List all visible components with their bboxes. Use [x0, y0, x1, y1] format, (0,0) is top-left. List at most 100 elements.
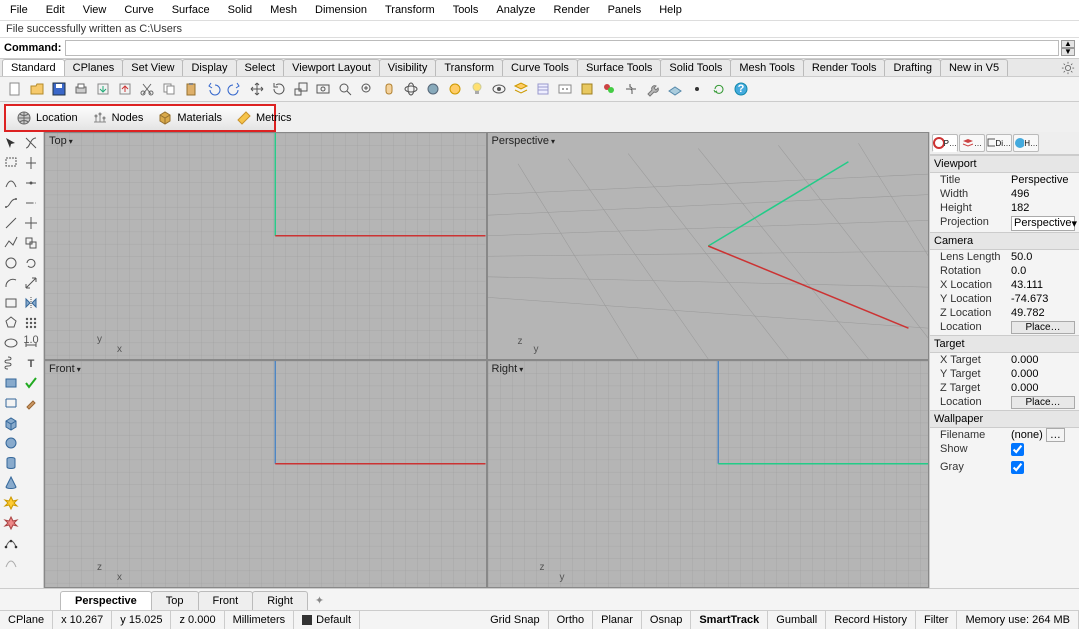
vtab-perspective[interactable]: Perspective [60, 591, 152, 610]
tab-viewportlayout[interactable]: Viewport Layout [283, 59, 380, 76]
toggle-ortho[interactable]: Ortho [549, 611, 594, 629]
explode-yellow-icon[interactable] [2, 494, 20, 512]
viewport-top-title[interactable]: Top▾ [49, 135, 73, 147]
sphere-tool-icon[interactable] [2, 434, 20, 452]
menu-solid[interactable]: Solid [224, 2, 256, 18]
rectangle-icon[interactable] [2, 294, 20, 312]
pointson-icon[interactable] [2, 534, 20, 552]
copy-icon[interactable] [160, 80, 178, 98]
toggle-filter[interactable]: Filter [916, 611, 957, 629]
status-units[interactable]: Millimeters [225, 611, 295, 629]
vtab-front[interactable]: Front [198, 591, 254, 610]
paint-icon[interactable] [22, 394, 40, 412]
prop-camy-value[interactable]: -74.673 [1011, 293, 1075, 305]
rotate-tool-icon[interactable] [22, 254, 40, 272]
tab-drafting[interactable]: Drafting [884, 59, 941, 76]
menu-curve[interactable]: Curve [120, 2, 157, 18]
cylinder-icon[interactable] [2, 454, 20, 472]
viewport-right[interactable]: Right▾ z y [488, 361, 929, 587]
polygon-icon[interactable] [2, 314, 20, 332]
prop-filename-value[interactable]: (none) … [1011, 429, 1075, 441]
menu-help[interactable]: Help [655, 2, 686, 18]
menu-surface[interactable]: Surface [168, 2, 214, 18]
vtab-top[interactable]: Top [151, 591, 199, 610]
tab-newinv5[interactable]: New in V5 [940, 59, 1008, 76]
menu-view[interactable]: View [79, 2, 111, 18]
refresh-icon[interactable] [710, 80, 728, 98]
menu-panels[interactable]: Panels [604, 2, 646, 18]
cut-icon[interactable] [138, 80, 156, 98]
dim-icon[interactable]: 1.0 [22, 334, 40, 352]
array-icon[interactable] [22, 314, 40, 332]
rotate-icon[interactable] [270, 80, 288, 98]
wrench-icon[interactable] [644, 80, 662, 98]
zoom-dynamic-icon[interactable] [358, 80, 376, 98]
save-icon[interactable] [50, 80, 68, 98]
pointsoff-icon[interactable] [2, 554, 20, 572]
prop-camz-value[interactable]: 49.782 [1011, 307, 1075, 319]
tab-surfacetools[interactable]: Surface Tools [577, 59, 661, 76]
status-layer[interactable]: Default [294, 611, 360, 629]
plugin-nodes[interactable]: Nodes [92, 110, 144, 126]
loft-icon[interactable] [2, 394, 20, 412]
viewport-front-title[interactable]: Front▾ [49, 363, 81, 375]
zoom-window-icon[interactable] [336, 80, 354, 98]
lasso-icon[interactable] [2, 154, 20, 172]
menu-dimension[interactable]: Dimension [311, 2, 371, 18]
pan-icon[interactable] [380, 80, 398, 98]
menu-file[interactable]: File [6, 2, 32, 18]
scale-icon[interactable] [292, 80, 310, 98]
tab-transform[interactable]: Transform [435, 59, 503, 76]
tab-visibility[interactable]: Visibility [379, 59, 437, 76]
viewport-right-title[interactable]: Right▾ [492, 363, 524, 375]
add-viewport-button[interactable]: ✦ [307, 592, 332, 609]
tab-properties[interactable]: P… [932, 134, 958, 152]
paste-icon[interactable] [182, 80, 200, 98]
import-icon[interactable] [94, 80, 112, 98]
toggle-gridsnap[interactable]: Grid Snap [482, 611, 549, 629]
cone-icon[interactable] [2, 474, 20, 492]
check-icon[interactable] [22, 374, 40, 392]
shade-icon[interactable] [424, 80, 442, 98]
viewport-front[interactable]: Front▾ z x [45, 361, 486, 587]
options-icon[interactable] [556, 80, 574, 98]
toggle-planar[interactable]: Planar [593, 611, 642, 629]
help-icon[interactable]: ? [732, 80, 750, 98]
viewport-perspective[interactable]: Perspective▾ z y [488, 133, 929, 359]
join-icon[interactable] [622, 80, 640, 98]
print-icon[interactable] [72, 80, 90, 98]
show-checkbox[interactable] [1011, 443, 1024, 456]
materials-icon[interactable] [600, 80, 618, 98]
layers-icon[interactable] [512, 80, 530, 98]
undo-icon[interactable] [204, 80, 222, 98]
box-tool-icon[interactable] [2, 414, 20, 432]
tab-display[interactable]: Display [182, 59, 236, 76]
new-icon[interactable] [6, 80, 24, 98]
explode-icon[interactable] [2, 514, 20, 532]
tab-select[interactable]: Select [236, 59, 285, 76]
status-cplane[interactable]: CPlane [0, 611, 53, 629]
tab-help[interactable]: H… [1013, 134, 1039, 152]
viewport-top[interactable]: Top▾ y x [45, 133, 486, 359]
split-icon[interactable] [22, 154, 40, 172]
toggle-recordhistory[interactable]: Record History [826, 611, 916, 629]
zoom-extents-icon[interactable] [314, 80, 332, 98]
curve-icon[interactable] [2, 174, 20, 192]
tab-display[interactable]: Di… [986, 134, 1012, 152]
show-hide-icon[interactable] [490, 80, 508, 98]
prop-tgtx-value[interactable]: 0.000 [1011, 354, 1075, 366]
prop-projection-select[interactable]: Perspective▾ [1011, 216, 1075, 231]
viewport-perspective-title[interactable]: Perspective▾ [492, 135, 556, 147]
rotate-view-icon[interactable] [402, 80, 420, 98]
ellipse-icon[interactable] [2, 334, 20, 352]
interpcurve-icon[interactable] [2, 194, 20, 212]
export-icon[interactable] [116, 80, 134, 98]
properties-icon[interactable] [534, 80, 552, 98]
polyline-icon[interactable] [2, 234, 20, 252]
place-camera-button[interactable]: Place… [1011, 321, 1075, 334]
text-icon[interactable]: T [22, 354, 40, 372]
toggle-gumball[interactable]: Gumball [768, 611, 826, 629]
gear-icon[interactable] [1061, 61, 1075, 75]
prop-tgtz-value[interactable]: 0.000 [1011, 382, 1075, 394]
prop-camx-value[interactable]: 43.111 [1011, 279, 1075, 291]
